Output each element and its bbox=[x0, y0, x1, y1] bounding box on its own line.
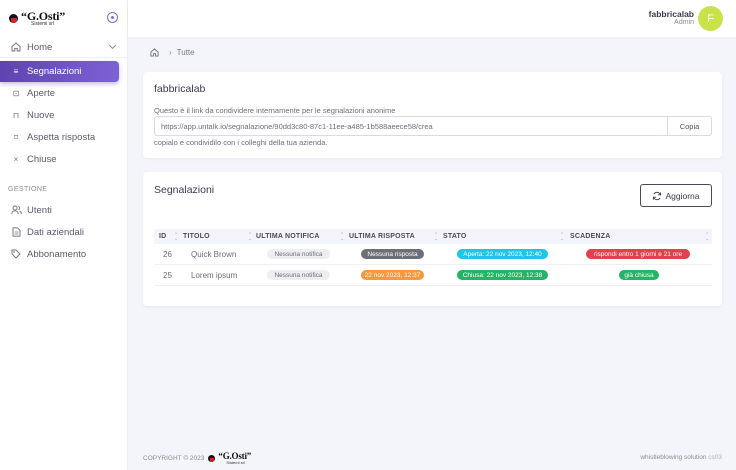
inbox-icon: ⊓ bbox=[12, 110, 20, 120]
share-link-input[interactable]: https://app.untalk.io/segnalazione/90dd3… bbox=[154, 116, 667, 136]
sidebar-item-label: Segnalazioni bbox=[27, 66, 82, 77]
sidebar-item-label: Dati aziendali bbox=[27, 226, 85, 238]
refresh-label: Aggiorna bbox=[665, 190, 700, 201]
share-note: copialo e condividilo con i colleghi del… bbox=[154, 138, 328, 147]
section-label-gestione: GESTIONE bbox=[8, 186, 48, 193]
user-role: Admin bbox=[674, 19, 694, 27]
share-link-card: fabbricalab Questo è il link da condivid… bbox=[143, 72, 722, 158]
share-link-row: https://app.untalk.io/segnalazione/90dd3… bbox=[154, 116, 712, 136]
top-bar: fabbricalab Admin F bbox=[128, 0, 736, 37]
document-icon bbox=[9, 227, 23, 237]
tag-icon bbox=[9, 249, 23, 259]
sidebar-item-abbonamento[interactable]: Abbonamento bbox=[0, 243, 127, 265]
user-name: fabbricalab bbox=[648, 9, 694, 19]
list-icon: ≡ bbox=[13, 67, 19, 76]
cell-title[interactable]: Quick Brown bbox=[191, 250, 236, 259]
column-header-ultima-notifica[interactable]: ULTIMA NOTIFICA bbox=[256, 233, 320, 240]
badge-last-reply: Nessuna risposta bbox=[361, 249, 424, 259]
breadcrumb-current: Tutte bbox=[176, 48, 195, 57]
product-name: whistleblowing solution bbox=[640, 454, 707, 461]
open-box-icon: ⊡ bbox=[12, 88, 20, 98]
deadline-badge: già chiusa bbox=[619, 270, 659, 280]
sidebar-item-home[interactable]: Home bbox=[0, 37, 127, 57]
footer-logo: “G.Osti” Sistemi srl bbox=[208, 452, 251, 465]
footer: COPYRIGHT © 2023 “G.Osti” Sistemi srl bbox=[143, 452, 251, 465]
logo-subtitle: Sistemi srl bbox=[226, 460, 245, 465]
sidebar-item-segnalazioni[interactable]: ≡ Segnalazioni bbox=[0, 61, 119, 82]
status-badge: Chiusa: 22 nov 2023, 12:38 bbox=[457, 270, 548, 280]
column-header-id[interactable]: ID bbox=[159, 233, 166, 240]
user-info[interactable]: fabbricalab Admin bbox=[648, 9, 694, 27]
table-row[interactable]: 25 Lorem ipsum Nessuna notifica 22 nov 2… bbox=[154, 265, 712, 286]
home-icon bbox=[9, 42, 23, 52]
column-header-titolo[interactable]: TITOLO bbox=[183, 233, 210, 240]
chevron-down-icon bbox=[108, 41, 117, 50]
sidebar-item-chiuse[interactable]: × Chiuse bbox=[0, 148, 127, 170]
sidebar-item-aspetta-risposta[interactable]: ⌑ Aspetta risposta bbox=[0, 126, 127, 148]
deadline-badge: rispondi entro 1 giorni e 21 ore bbox=[586, 249, 690, 259]
sidebar-item-utenti[interactable]: Utenti bbox=[0, 199, 127, 221]
copy-button[interactable]: Copia bbox=[667, 116, 712, 136]
sidebar-item-label: Abbonamento bbox=[27, 248, 87, 260]
logo-subtitle: Sistemi srl bbox=[31, 20, 55, 27]
column-header-scadenza[interactable]: SCADENZA bbox=[570, 233, 611, 240]
sidebar-item-aperte[interactable]: ⊡ Aperte bbox=[0, 82, 127, 104]
sidebar-item-label: Home bbox=[27, 41, 53, 53]
sidebar-item-dati-aziendali[interactable]: Dati aziendali bbox=[0, 221, 127, 243]
chevron-right-icon: › bbox=[169, 48, 172, 57]
logo-mark-icon bbox=[9, 13, 18, 23]
badge-last-notification: Nessuna notifica bbox=[267, 249, 330, 259]
close-icon: × bbox=[13, 154, 19, 164]
table-header: ID ⌃ ⌄ TITOLO ⌃ ⌄ ULTIMA NOTIFICA ⌃ ⌄ ULTIM… bbox=[154, 229, 712, 244]
company-title: fabbricalab bbox=[154, 83, 206, 95]
cell-id: 25 bbox=[163, 271, 172, 280]
logo: “G.Osti” Sistemi srl bbox=[9, 10, 65, 27]
status-badge: Aperta: 22 nov 2023, 12:40 bbox=[457, 249, 548, 259]
reports-card: Segnalazioni Aggiorna ID ⌃ ⌄ TITOLO ⌃ ⌄ UL… bbox=[143, 172, 722, 306]
reports-table: ID ⌃ ⌄ TITOLO ⌃ ⌄ ULTIMA NOTIFICA ⌃ ⌄ ULTIM… bbox=[154, 229, 712, 286]
column-header-stato[interactable]: STATO bbox=[443, 233, 467, 240]
footer-product: whistleblowing solution cs03 bbox=[640, 454, 722, 461]
message-icon: ⌑ bbox=[13, 132, 19, 142]
sidebar: “G.Osti” Sistemi srl Home ≡ Segnalazioni… bbox=[0, 0, 128, 470]
badge-last-reply: 22 nov 2023, 12:37 bbox=[361, 270, 424, 280]
sidebar-item-label: Nuove bbox=[27, 109, 55, 121]
cell-title[interactable]: Lorem ipsum bbox=[191, 271, 237, 280]
breadcrumb: › Tutte bbox=[150, 48, 195, 57]
users-icon bbox=[9, 205, 23, 215]
cell-id: 26 bbox=[163, 250, 172, 259]
sidebar-collapse-icon[interactable] bbox=[107, 12, 118, 23]
sidebar-item-label: Utenti bbox=[27, 204, 52, 216]
sidebar-item-label: Aspetta risposta bbox=[27, 131, 96, 143]
sidebar-item-label: Chiuse bbox=[27, 153, 57, 165]
share-description: Questo è il link da condividere internam… bbox=[154, 106, 396, 115]
logo-mark-icon bbox=[208, 455, 216, 462]
sidebar-item-label: Aperte bbox=[27, 87, 55, 99]
column-header-ultima-risposta[interactable]: ULTIMA RISPOSTA bbox=[349, 233, 415, 240]
version-label: cs03 bbox=[708, 454, 722, 461]
avatar[interactable]: F bbox=[698, 6, 723, 31]
table-row[interactable]: 26 Quick Brown Nessuna notifica Nessuna … bbox=[154, 244, 712, 265]
badge-last-notification: Nessuna notifica bbox=[267, 270, 330, 280]
refresh-button[interactable]: Aggiorna bbox=[640, 184, 712, 207]
copyright-text: COPYRIGHT © 2023 bbox=[143, 455, 205, 462]
sidebar-nav: Home ≡ Segnalazioni ⊡ Aperte ⊓ Nuove ⌑ A… bbox=[0, 37, 127, 265]
reports-title: Segnalazioni bbox=[154, 184, 215, 196]
sidebar-item-nuove[interactable]: ⊓ Nuove bbox=[0, 104, 127, 126]
logo-name: “G.Osti” bbox=[21, 8, 66, 23]
refresh-icon bbox=[653, 191, 662, 200]
home-icon[interactable] bbox=[150, 48, 159, 57]
